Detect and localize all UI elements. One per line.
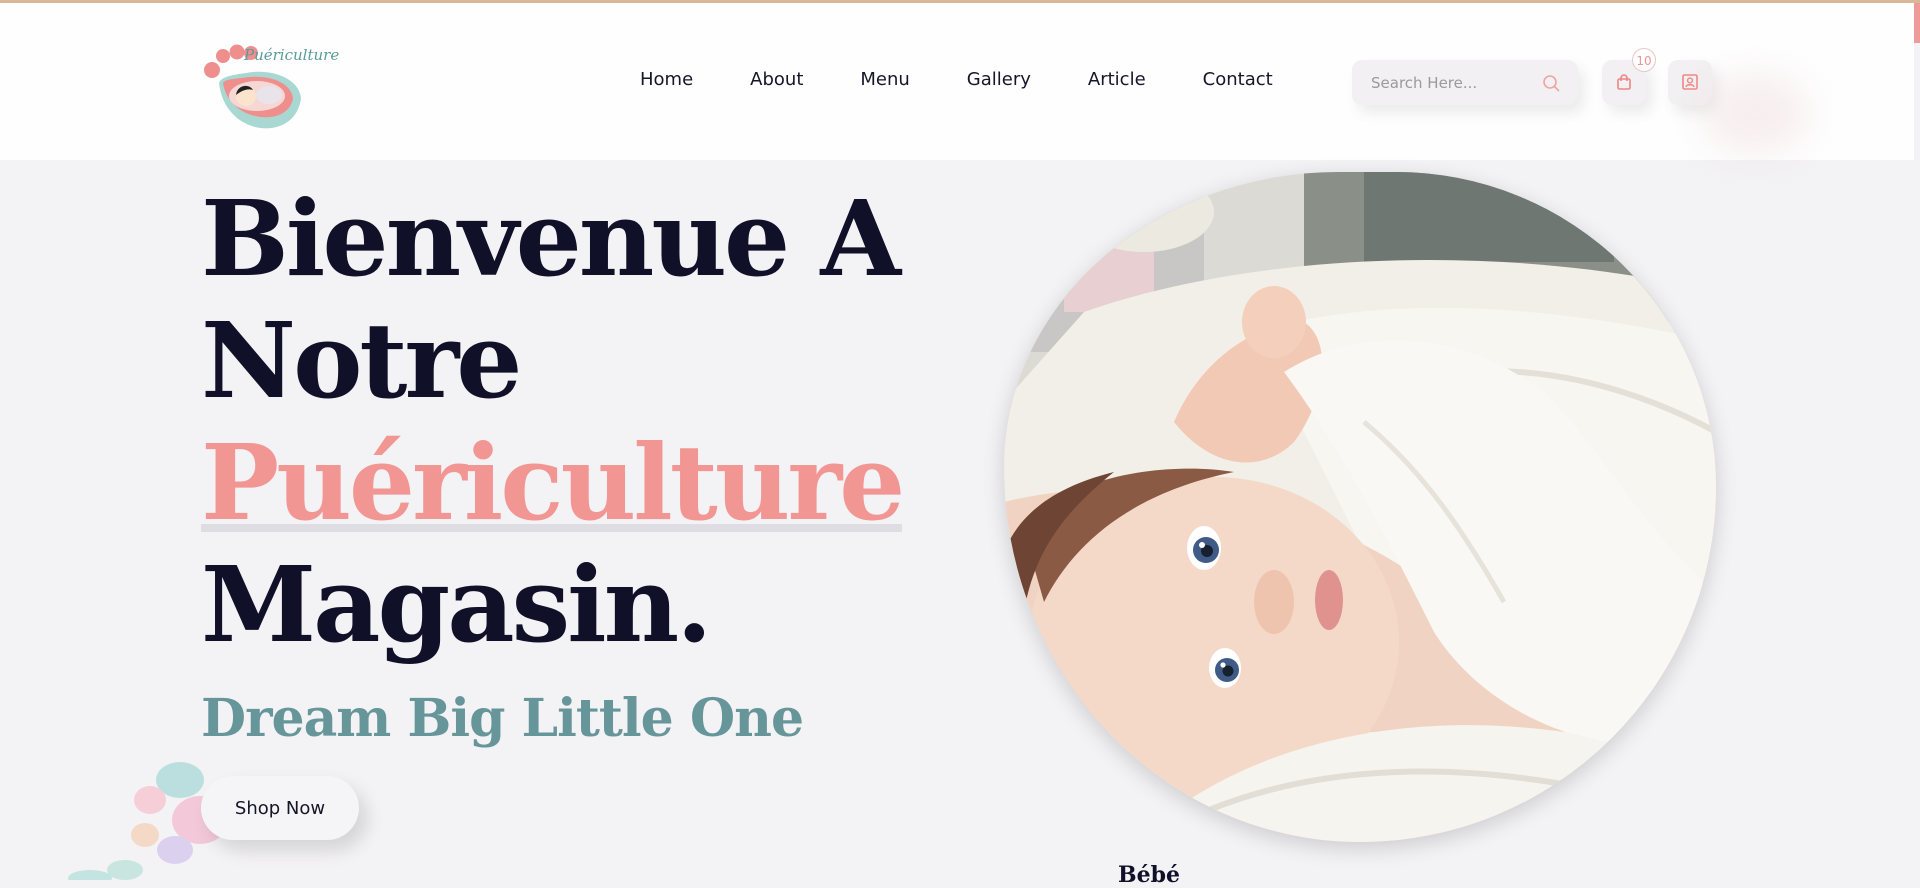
decorative-glow <box>1700 73 1810 153</box>
hero-title: Bienvenue A Notre Puériculture Magasin. <box>201 177 905 666</box>
hero-title-line-4: Magasin. <box>201 543 713 666</box>
nav-link-menu[interactable]: Menu <box>860 69 909 90</box>
nav-link-article[interactable]: Article <box>1088 69 1146 90</box>
logo-text: Puériculture <box>244 46 340 64</box>
nav-link-gallery[interactable]: Gallery <box>967 69 1031 90</box>
hero-subtitle: Dream Big Little One <box>201 688 804 749</box>
cart-button[interactable]: 10 <box>1602 48 1656 105</box>
nav-link-home[interactable]: Home <box>640 69 693 90</box>
user-profile-icon <box>1682 74 1698 90</box>
section-heading-peek: Bébé <box>1118 862 1180 888</box>
shop-now-button[interactable]: Shop Now <box>201 776 359 840</box>
main-nav: Home About Menu Gallery Article Contact <box>640 69 1273 90</box>
hero-title-line-1: Bienvenue A <box>201 177 901 300</box>
site-header: Puériculture Home About Menu Gallery Art… <box>0 3 1914 160</box>
hero-title-highlight: Puériculture <box>201 421 905 544</box>
nav-link-contact[interactable]: Contact <box>1203 69 1273 90</box>
hero-title-line-2: Notre <box>201 299 522 422</box>
scrollbar-thumb[interactable] <box>1914 3 1920 43</box>
baby-photo-illustration <box>1004 172 1716 842</box>
shopping-bag-icon <box>1617 74 1631 90</box>
search-box <box>1352 60 1578 105</box>
nav-link-about[interactable]: About <box>750 69 803 90</box>
search-icon[interactable] <box>1540 72 1562 94</box>
hero-baby-image <box>1004 172 1716 842</box>
search-input[interactable] <box>1369 70 1543 96</box>
cart-count-badge: 10 <box>1632 48 1656 72</box>
